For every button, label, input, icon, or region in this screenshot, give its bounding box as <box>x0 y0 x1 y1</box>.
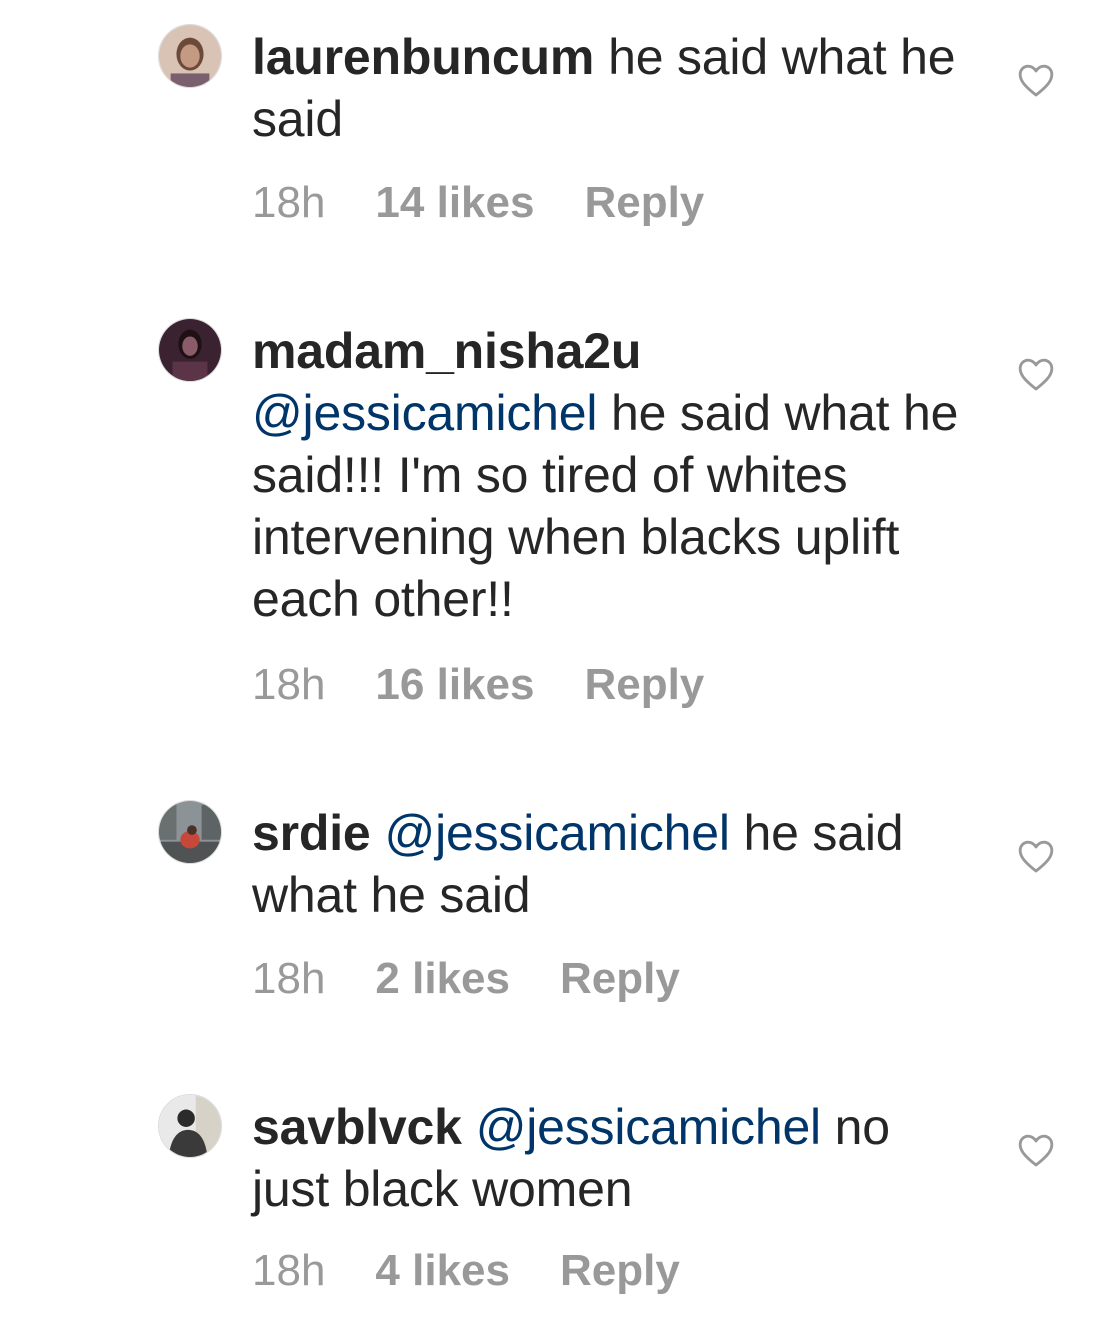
avatar[interactable] <box>158 800 222 864</box>
comment-likes[interactable]: 16 likes <box>375 660 534 709</box>
comment-meta: 18h 14 likes Reply <box>252 178 754 228</box>
comment-meta: 18h 16 likes Reply <box>252 660 754 710</box>
reply-button[interactable]: Reply <box>560 1246 680 1295</box>
comment-mention[interactable]: @jessicamichel <box>252 385 597 441</box>
reply-button[interactable]: Reply <box>560 954 680 1003</box>
comment-likes[interactable]: 2 likes <box>375 954 510 1003</box>
comment-mention[interactable]: @jessicamichel <box>476 1099 821 1155</box>
comment-username[interactable]: savblvck <box>252 1099 462 1155</box>
comment-time: 18h <box>252 178 326 227</box>
comment-likes[interactable]: 14 likes <box>375 178 534 227</box>
comment-likes[interactable]: 4 likes <box>375 1246 510 1295</box>
comment-text: savblvck @jessicamichel no just black wom… <box>252 1096 972 1220</box>
reply-button[interactable]: Reply <box>584 660 704 709</box>
heart-icon[interactable] <box>1017 1132 1055 1168</box>
heart-icon[interactable] <box>1017 62 1055 98</box>
comment-meta: 18h 4 likes Reply <box>252 1246 730 1296</box>
reply-button[interactable]: Reply <box>584 178 704 227</box>
avatar[interactable] <box>158 24 222 88</box>
comment-text: laurenbuncum he said what he said <box>252 26 972 150</box>
avatar[interactable] <box>158 1094 222 1158</box>
comment-text: srdie @jessicamichel he said what he said <box>252 802 972 926</box>
comment-username[interactable]: laurenbuncum <box>252 29 594 85</box>
comment-time: 18h <box>252 954 326 1003</box>
comment-time: 18h <box>252 1246 326 1295</box>
comment-text: madam_nisha2u @jessicamichel he said what… <box>252 320 972 630</box>
comment-meta: 18h 2 likes Reply <box>252 954 730 1004</box>
comment-username[interactable]: srdie <box>252 805 371 861</box>
avatar[interactable] <box>158 318 222 382</box>
comment-time: 18h <box>252 660 326 709</box>
heart-icon[interactable] <box>1017 356 1055 392</box>
comment-username[interactable]: madam_nisha2u <box>252 323 641 379</box>
heart-icon[interactable] <box>1017 838 1055 874</box>
comment-mention[interactable]: @jessicamichel <box>385 805 730 861</box>
